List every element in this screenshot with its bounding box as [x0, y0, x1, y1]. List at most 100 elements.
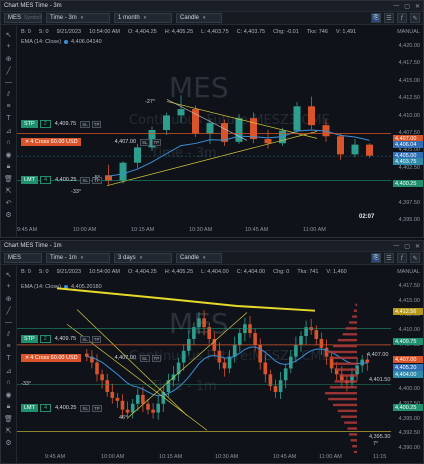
position-line[interactable]: ✕ 4 Cross 60.00 USD 4,407.00 SL TP: [21, 354, 162, 362]
hline-tool-icon[interactable]: —: [4, 78, 14, 87]
measure-icon[interactable]: ⊿: [4, 366, 14, 375]
line-tool-icon[interactable]: ╱: [4, 306, 14, 315]
indicators-icon[interactable]: ƒ: [397, 253, 407, 263]
limit-order-line[interactable]: LMT 4 4,400.25 SL TP: [21, 404, 102, 412]
manual-scale-label[interactable]: MANUAL: [397, 269, 420, 275]
stop-order-line[interactable]: STP 2 4,409.75 SL TP: [21, 120, 102, 128]
expand-icon[interactable]: ⇱: [4, 186, 14, 195]
angle-annotation[interactable]: -27°: [145, 99, 155, 105]
angle-annotation[interactable]: -33°: [21, 381, 31, 387]
volume-profile-bar: [333, 403, 357, 407]
minimize-icon[interactable]: —: [393, 3, 399, 10]
crosshair-icon[interactable]: +: [4, 282, 14, 291]
chart-settings-icon[interactable]: ☰: [384, 13, 394, 23]
range-select[interactable]: 3 days ▾: [114, 253, 172, 263]
settings-icon[interactable]: ⚙: [4, 210, 14, 219]
range-select[interactable]: 1 month ▾: [114, 13, 172, 23]
stop-order-qty[interactable]: 2: [39, 120, 51, 128]
window-titlebar[interactable]: Chart MES Time - 1m — ▢ ✕: [1, 241, 423, 252]
angle-annotation[interactable]: 46°: [119, 415, 127, 421]
position-sl-button[interactable]: SL: [140, 138, 150, 146]
position-tp-button[interactable]: TP: [151, 354, 162, 362]
position-sl-button[interactable]: SL: [140, 354, 150, 362]
zoom-icon[interactable]: ⊕: [4, 294, 14, 303]
stop-order-qty[interactable]: 2: [39, 335, 51, 343]
link-icon[interactable]: ⎘: [371, 253, 381, 263]
channel-tool-icon[interactable]: ⫽: [4, 330, 14, 339]
symbol-input[interactable]: MES: [4, 253, 42, 263]
window-title: Chart MES Time - 3m: [4, 3, 62, 9]
position-line[interactable]: ✕ 4 Cross 60.00 USD 4,407.00 SL TP: [21, 138, 162, 146]
style-select[interactable]: Candle ▾: [176, 13, 222, 23]
minimize-icon[interactable]: —: [393, 243, 399, 250]
stop-order-label[interactable]: STP: [21, 335, 38, 343]
angle-annotation[interactable]: -33°: [71, 189, 81, 195]
fib-tool-icon[interactable]: ≡: [4, 102, 14, 111]
stop-order-sl-button[interactable]: SL: [80, 335, 90, 343]
text-tool-icon[interactable]: T: [4, 354, 14, 363]
close-icon[interactable]: ✕: [415, 3, 420, 10]
magnet-icon[interactable]: ∩: [4, 378, 14, 387]
time-axis-bottom[interactable]: 9:45 AM 10:00 AM 10:15 AM 10:30 AM 10:45 AM 1…: [17, 454, 389, 462]
trash-icon[interactable]: 🗑︎: [4, 174, 14, 183]
indicators-icon[interactable]: ƒ: [397, 13, 407, 23]
settings-icon[interactable]: ⚙: [4, 438, 14, 447]
fib-tool-icon[interactable]: ≡: [4, 342, 14, 351]
stop-order-tp-button[interactable]: TP: [91, 335, 102, 343]
candle-body: [227, 356, 232, 369]
zoom-icon[interactable]: ⊕: [4, 54, 14, 63]
channel-tool-icon[interactable]: ⫽: [4, 90, 14, 99]
chart-settings-icon[interactable]: ☰: [384, 253, 394, 263]
hline-tool-icon[interactable]: —: [4, 318, 14, 327]
position-label[interactable]: ✕ 4 Cross 60.00 USD: [21, 138, 81, 146]
limit-order-line[interactable]: LMT 4 4,400.25 SL TP: [21, 176, 102, 184]
position-label[interactable]: ✕ 4 Cross 60.00 USD: [21, 354, 81, 362]
limit-order-label[interactable]: LMT: [21, 176, 38, 184]
time-axis-top[interactable]: 9:45 AM 10:00 AM 10:15 AM 10:30 AM 10:45 AM 1…: [17, 227, 389, 235]
crosshair-icon[interactable]: +: [4, 42, 14, 51]
cursor-icon[interactable]: ↖: [4, 30, 14, 39]
price-chart-bottom[interactable]: [17, 277, 391, 453]
link-icon[interactable]: ⎘: [371, 13, 381, 23]
expand-icon[interactable]: ⇱: [4, 426, 14, 435]
text-tool-icon[interactable]: T: [4, 114, 14, 123]
position-tp-button[interactable]: TP: [151, 138, 162, 146]
undo-icon[interactable]: ↶: [4, 198, 14, 207]
line-tool-icon[interactable]: ╱: [4, 66, 14, 75]
timeframe-select[interactable]: Time - 3m ▾: [46, 13, 110, 23]
limit-order-tp-button[interactable]: TP: [92, 404, 102, 412]
lock-icon[interactable]: 🔒︎: [4, 162, 14, 171]
close-icon[interactable]: ✕: [415, 243, 420, 250]
magnet-icon[interactable]: ∩: [4, 138, 14, 147]
stop-order-label[interactable]: STP: [21, 120, 38, 128]
limit-order-sl-button[interactable]: SL: [80, 404, 90, 412]
price-chart-top[interactable]: [17, 37, 391, 225]
trash-icon[interactable]: 🗑︎: [4, 414, 14, 423]
angle-annotation[interactable]: -5°: [93, 175, 100, 181]
stop-order-line[interactable]: STP 2 4,409.75 SL TP: [21, 335, 102, 343]
limit-order-qty[interactable]: 4: [40, 176, 52, 184]
angle-annotation[interactable]: 7°: [373, 441, 378, 447]
lock-icon[interactable]: 🔒︎: [4, 402, 14, 411]
measure-icon[interactable]: ⊿: [4, 126, 14, 135]
eye-icon[interactable]: ◉: [4, 390, 14, 399]
drawing-icon[interactable]: ✎: [410, 253, 420, 263]
window-titlebar[interactable]: Chart MES Time - 3m — ▢ ✕: [1, 1, 423, 12]
price-axis-top[interactable]: 4,420.00 4,417.50 4,415.00 4,412.50 4,410.00…: [389, 37, 423, 225]
cursor-icon[interactable]: ↖: [4, 270, 14, 279]
stop-order-sl-button[interactable]: SL: [80, 120, 90, 128]
limit-order-qty[interactable]: 4: [40, 404, 52, 412]
stop-order-tp-button[interactable]: TP: [91, 120, 102, 128]
limit-order-sl-button[interactable]: SL: [80, 176, 90, 184]
limit-order-label[interactable]: LMT: [21, 404, 38, 412]
maximize-icon[interactable]: ▢: [404, 243, 410, 250]
timeframe-select[interactable]: Time - 1m ▾: [46, 253, 110, 263]
eye-icon[interactable]: ◉: [4, 150, 14, 159]
price-axis-bottom[interactable]: 4,417.504,415.004,412.504,410.004,407.50…: [389, 277, 423, 453]
maximize-icon[interactable]: ▢: [404, 3, 410, 10]
manual-scale-label[interactable]: MANUAL: [397, 29, 420, 35]
symbol-input[interactable]: MES Symbol: [4, 13, 42, 23]
drawing-icon[interactable]: ✎: [410, 13, 420, 23]
style-select[interactable]: Candle ▾: [176, 253, 222, 263]
side-price-label: 4,407.00: [367, 352, 389, 358]
